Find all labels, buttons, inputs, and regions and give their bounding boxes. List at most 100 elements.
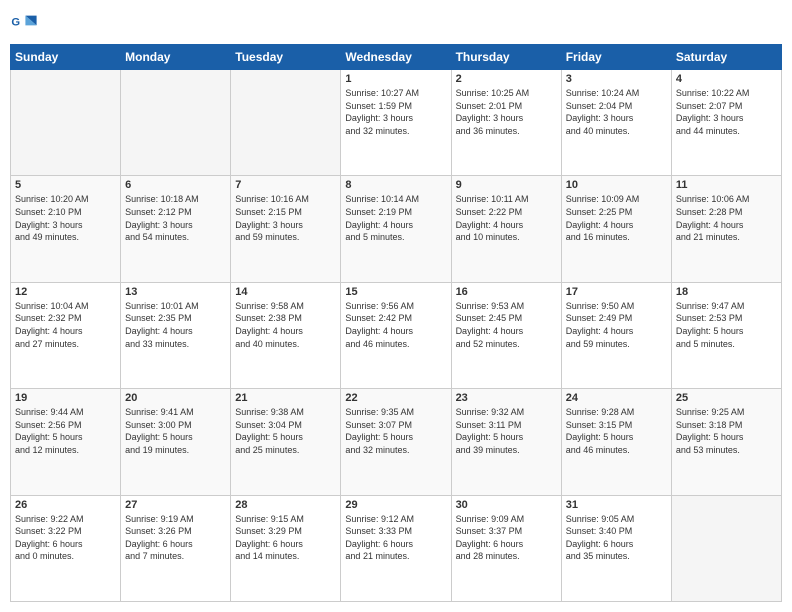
logo-icon: G [10, 10, 38, 38]
day-number: 7 [235, 179, 336, 191]
day-number: 1 [345, 73, 446, 85]
svg-text:G: G [11, 16, 20, 28]
day-number: 25 [676, 392, 777, 404]
day-number: 6 [125, 179, 226, 191]
day-cell: 30 Sunrise: 9:09 AM Sunset: 3:37 PM Dayli… [451, 495, 561, 601]
day-number: 31 [566, 499, 667, 511]
day-cell: 22 Sunrise: 9:35 AM Sunset: 3:07 PM Dayli… [341, 389, 451, 495]
day-number: 16 [456, 286, 557, 298]
day-cell: 12 Sunrise: 10:04 AM Sunset: 2:32 PM Dayl… [11, 282, 121, 388]
day-cell [231, 70, 341, 176]
day-cell: 27Sunrise: 9:19 AM Sunset: 3:26 PM Dayli… [121, 495, 231, 601]
day-detail: Sunrise: 9:53 AM Sunset: 2:45 PM Dayligh… [456, 300, 557, 350]
day-cell [121, 70, 231, 176]
day-detail: Sunrise: 10:20 AM Sunset: 2:10 PM Daylig… [15, 193, 116, 243]
day-number: 20 [125, 392, 226, 404]
day-detail: Sunrise: 9:32 AM Sunset: 3:11 PM Dayligh… [456, 406, 557, 456]
day-detail: Sunrise: 9:15 AM Sunset: 3:29 PM Dayligh… [235, 513, 336, 563]
day-number: 12 [15, 286, 116, 298]
day-number: 23 [456, 392, 557, 404]
day-number: 30 [456, 499, 557, 511]
day-cell: 18 Sunrise: 9:47 AM Sunset: 2:53 PM Dayli… [671, 282, 781, 388]
day-cell: 19 Sunrise: 9:44 AM Sunset: 2:56 PM Dayli… [11, 389, 121, 495]
day-detail: Sunrise: 10:04 AM Sunset: 2:32 PM Daylig… [15, 300, 116, 350]
day-detail: Sunrise: 10:27 AM Sunset: 1:59 PM Daylig… [345, 87, 446, 137]
weekday-thursday: Thursday [451, 45, 561, 70]
page: G SundayMondayTuesdayWednesdayThursdayFr… [0, 0, 792, 612]
day-number: 8 [345, 179, 446, 191]
day-cell: 10 Sunrise: 10:09 AM Sunset: 2:25 PM Dayl… [561, 176, 671, 282]
day-cell: 31 Sunrise: 9:05 AM Sunset: 3:40 PM Dayli… [561, 495, 671, 601]
day-number: 5 [15, 179, 116, 191]
day-cell: 29 Sunrise: 9:12 AM Sunset: 3:33 PM Dayli… [341, 495, 451, 601]
day-cell: 14Sunrise: 9:58 AM Sunset: 2:38 PM Dayli… [231, 282, 341, 388]
day-cell: 4 Sunrise: 10:22 AM Sunset: 2:07 PM Dayli… [671, 70, 781, 176]
day-detail: Sunrise: 9:12 AM Sunset: 3:33 PM Dayligh… [345, 513, 446, 563]
day-detail: Sunrise: 9:35 AM Sunset: 3:07 PM Dayligh… [345, 406, 446, 456]
day-number: 29 [345, 499, 446, 511]
day-detail: Sunrise: 10:22 AM Sunset: 2:07 PM Daylig… [676, 87, 777, 137]
day-detail: Sunrise: 9:09 AM Sunset: 3:37 PM Dayligh… [456, 513, 557, 563]
day-detail: Sunrise: 9:22 AM Sunset: 3:22 PM Dayligh… [15, 513, 116, 563]
day-cell: 5 Sunrise: 10:20 AM Sunset: 2:10 PM Dayli… [11, 176, 121, 282]
week-row-2: 5 Sunrise: 10:20 AM Sunset: 2:10 PM Dayli… [11, 176, 782, 282]
day-number: 17 [566, 286, 667, 298]
day-detail: Sunrise: 9:25 AM Sunset: 3:18 PM Dayligh… [676, 406, 777, 456]
day-number: 10 [566, 179, 667, 191]
day-detail: Sunrise: 10:11 AM Sunset: 2:22 PM Daylig… [456, 193, 557, 243]
day-number: 9 [456, 179, 557, 191]
day-number: 4 [676, 73, 777, 85]
day-cell: 25 Sunrise: 9:25 AM Sunset: 3:18 PM Dayli… [671, 389, 781, 495]
weekday-saturday: Saturday [671, 45, 781, 70]
day-detail: Sunrise: 10:06 AM Sunset: 2:28 PM Daylig… [676, 193, 777, 243]
day-number: 19 [15, 392, 116, 404]
day-detail: Sunrise: 9:05 AM Sunset: 3:40 PM Dayligh… [566, 513, 667, 563]
day-cell [11, 70, 121, 176]
day-number: 28 [235, 499, 336, 511]
day-number: 21 [235, 392, 336, 404]
day-cell: 20Sunrise: 9:41 AM Sunset: 3:00 PM Dayli… [121, 389, 231, 495]
day-detail: Sunrise: 10:24 AM Sunset: 2:04 PM Daylig… [566, 87, 667, 137]
day-cell: 1 Sunrise: 10:27 AM Sunset: 1:59 PM Dayli… [341, 70, 451, 176]
day-detail: Sunrise: 9:44 AM Sunset: 2:56 PM Dayligh… [15, 406, 116, 456]
header: G [10, 10, 782, 38]
weekday-sunday: Sunday [11, 45, 121, 70]
day-detail: Sunrise: 10:18 AM Sunset: 2:12 PM Daylig… [125, 193, 226, 243]
day-cell: 16 Sunrise: 9:53 AM Sunset: 2:45 PM Dayli… [451, 282, 561, 388]
weekday-tuesday: Tuesday [231, 45, 341, 70]
day-cell: 2 Sunrise: 10:25 AM Sunset: 2:01 PM Dayli… [451, 70, 561, 176]
logo: G [10, 10, 40, 38]
day-cell: 28 Sunrise: 9:15 AM Sunset: 3:29 PM Dayli… [231, 495, 341, 601]
day-number: 27 [125, 499, 226, 511]
day-detail: Sunrise: 9:38 AM Sunset: 3:04 PM Dayligh… [235, 406, 336, 456]
week-row-5: 26 Sunrise: 9:22 AM Sunset: 3:22 PM Dayli… [11, 495, 782, 601]
day-cell: 7 Sunrise: 10:16 AM Sunset: 2:15 PM Dayli… [231, 176, 341, 282]
week-row-1: 1 Sunrise: 10:27 AM Sunset: 1:59 PM Dayli… [11, 70, 782, 176]
day-cell: 26 Sunrise: 9:22 AM Sunset: 3:22 PM Dayli… [11, 495, 121, 601]
day-cell: 21 Sunrise: 9:38 AM Sunset: 3:04 PM Dayli… [231, 389, 341, 495]
day-detail: Sunrise: 10:09 AM Sunset: 2:25 PM Daylig… [566, 193, 667, 243]
day-detail: Sunrise: 10:16 AM Sunset: 2:15 PM Daylig… [235, 193, 336, 243]
week-row-3: 12 Sunrise: 10:04 AM Sunset: 2:32 PM Dayl… [11, 282, 782, 388]
day-detail: Sunrise: 10:25 AM Sunset: 2:01 PM Daylig… [456, 87, 557, 137]
day-detail: Sunrise: 10:01 AM Sunset: 2:35 PM Daylig… [125, 300, 226, 350]
weekday-monday: Monday [121, 45, 231, 70]
day-number: 14 [235, 286, 336, 298]
day-number: 2 [456, 73, 557, 85]
day-cell: 24Sunrise: 9:28 AM Sunset: 3:15 PM Dayli… [561, 389, 671, 495]
calendar: SundayMondayTuesdayWednesdayThursdayFrid… [10, 44, 782, 602]
day-number: 24 [566, 392, 667, 404]
day-detail: Sunrise: 9:50 AM Sunset: 2:49 PM Dayligh… [566, 300, 667, 350]
day-cell: 8Sunrise: 10:14 AM Sunset: 2:19 PM Dayli… [341, 176, 451, 282]
day-number: 22 [345, 392, 446, 404]
weekday-wednesday: Wednesday [341, 45, 451, 70]
day-number: 13 [125, 286, 226, 298]
day-cell: 23 Sunrise: 9:32 AM Sunset: 3:11 PM Dayli… [451, 389, 561, 495]
day-detail: Sunrise: 9:56 AM Sunset: 2:42 PM Dayligh… [345, 300, 446, 350]
day-number: 18 [676, 286, 777, 298]
day-number: 11 [676, 179, 777, 191]
day-cell: 11 Sunrise: 10:06 AM Sunset: 2:28 PM Dayl… [671, 176, 781, 282]
day-detail: Sunrise: 9:47 AM Sunset: 2:53 PM Dayligh… [676, 300, 777, 350]
day-cell: 17 Sunrise: 9:50 AM Sunset: 2:49 PM Dayli… [561, 282, 671, 388]
day-number: 26 [15, 499, 116, 511]
